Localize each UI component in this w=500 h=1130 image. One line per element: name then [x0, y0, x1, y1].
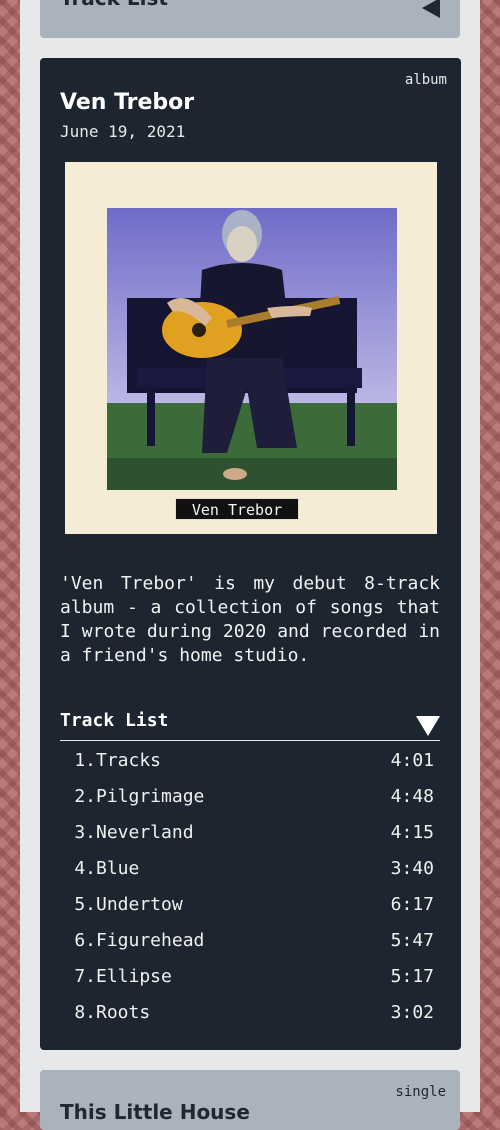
album-cover: Ven Trebor	[65, 162, 437, 534]
tracklist-header[interactable]: Track List	[60, 710, 440, 741]
track-name: Roots	[96, 1001, 151, 1023]
track-duration: 4:01	[390, 749, 434, 771]
next-release-card[interactable]: single This Little House	[40, 1070, 460, 1130]
track-number: 5.	[74, 893, 96, 915]
release-type-label: album	[404, 72, 447, 88]
release-title: This Little House	[60, 1100, 250, 1124]
track-name: Pilgrimage	[96, 785, 205, 807]
track-number: 1.	[74, 749, 96, 771]
tracklist-label: Track List	[60, 710, 169, 731]
track-row[interactable]: 1. Tracks 4:01	[60, 742, 440, 778]
track-number: 4.	[74, 857, 96, 879]
track-name: Blue	[96, 857, 140, 879]
track-number: 2.	[74, 785, 96, 807]
track-duration: 5:17	[390, 965, 434, 987]
release-type-label: single	[395, 1084, 446, 1100]
previous-release-card: Track List	[40, 0, 460, 38]
track-name: Neverland	[96, 821, 194, 843]
track-name: Tracks	[96, 749, 162, 771]
triangle-left-icon[interactable]	[422, 0, 440, 18]
track-name: Figurehead	[96, 929, 205, 951]
triangle-down-icon[interactable]	[416, 716, 440, 736]
track-row[interactable]: 4. Blue 3:40	[60, 850, 440, 886]
track-row[interactable]: 5. Undertow 6:17	[60, 886, 440, 922]
track-number: 3.	[74, 821, 96, 843]
track-number: 6.	[74, 929, 96, 951]
album-card: album Ven Trebor June 19, 2021 Ven Trebo…	[40, 58, 461, 1050]
track-duration: 3:40	[390, 857, 434, 879]
track-duration: 4:48	[390, 785, 434, 807]
release-date: June 19, 2021	[60, 122, 186, 141]
track-number: 7.	[74, 965, 96, 987]
track-duration: 4:15	[390, 821, 434, 843]
cover-photo	[107, 208, 397, 490]
track-duration: 3:02	[390, 1001, 434, 1023]
track-row[interactable]: 2. Pilgrimage 4:48	[60, 778, 440, 814]
track-name: Ellipse	[96, 965, 172, 987]
track-row[interactable]: 7. Ellipse 5:17	[60, 958, 440, 994]
track-duration: 6:17	[390, 893, 434, 915]
album-title: Ven Trebor	[60, 90, 195, 115]
tracklist-toggle-label: Track List	[60, 0, 168, 10]
track-name: Undertow	[96, 893, 183, 915]
track-list: 1. Tracks 4:01 2. Pilgrimage 4:48 3. Nev…	[60, 742, 440, 1030]
album-description: 'Ven Trebor' is my debut 8-track album -…	[60, 573, 440, 666]
track-row[interactable]: 3. Neverland 4:15	[60, 814, 440, 850]
track-duration: 5:47	[390, 929, 434, 951]
track-row[interactable]: 6. Figurehead 5:47	[60, 922, 440, 958]
track-row[interactable]: 8. Roots 3:02	[60, 994, 440, 1030]
track-number: 8.	[74, 1001, 96, 1023]
cover-title-caption: Ven Trebor	[175, 498, 299, 520]
